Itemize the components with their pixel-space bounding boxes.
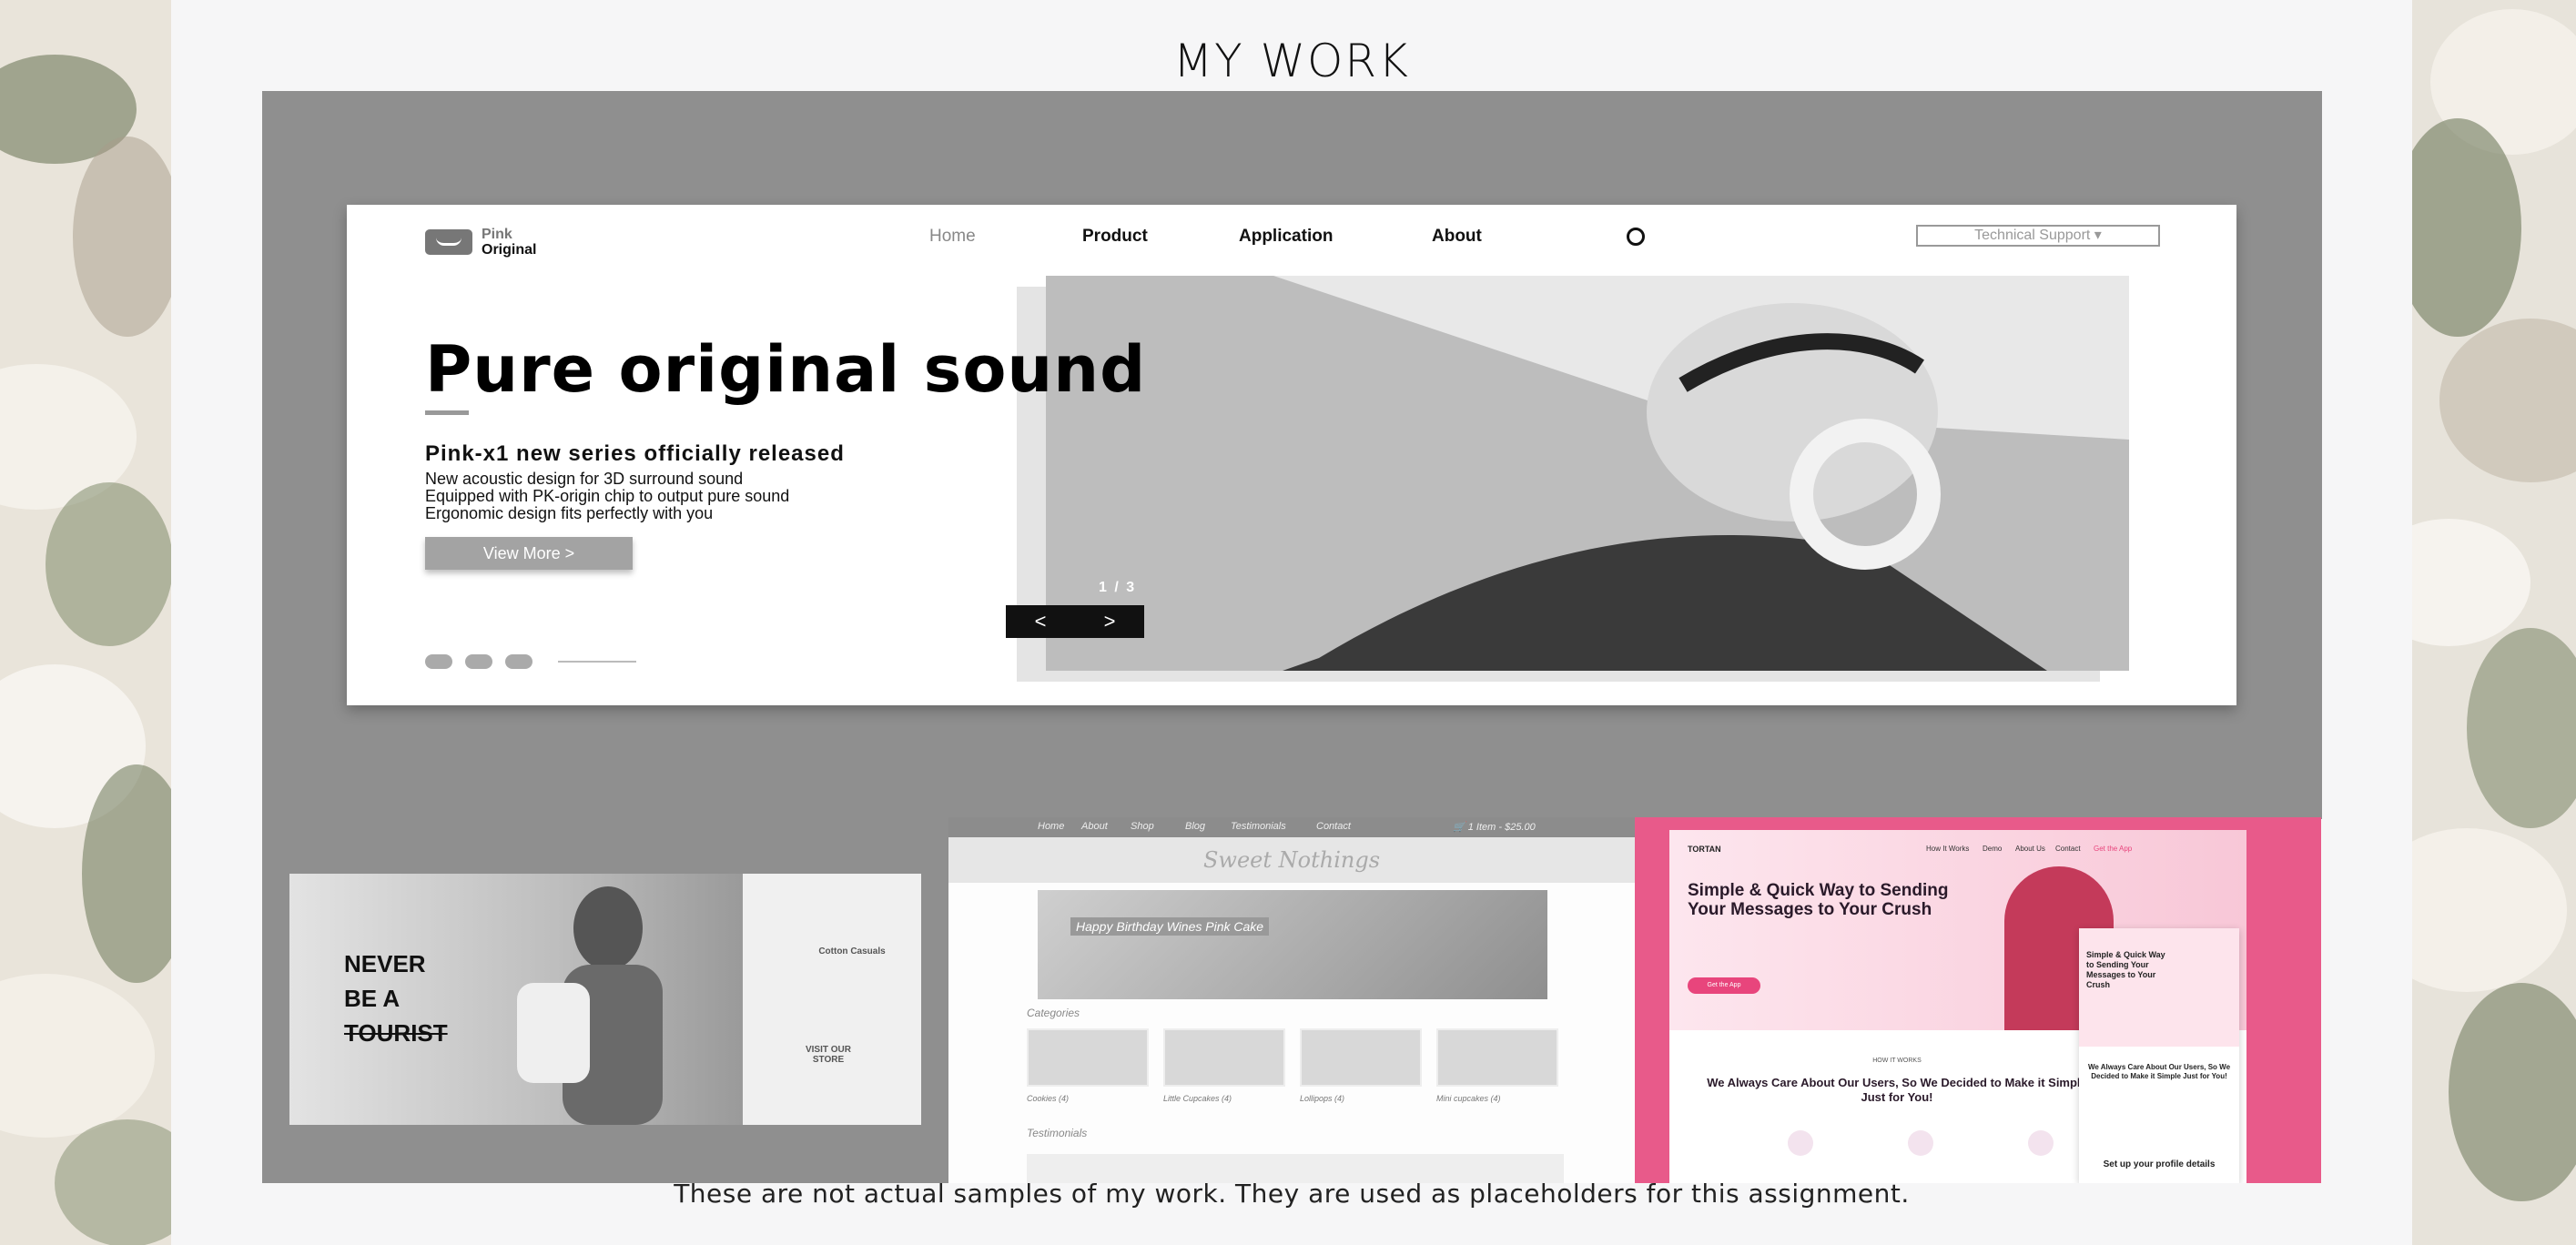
feature-line: New acoustic design for 3D surround soun… xyxy=(425,470,744,488)
nav-about: About xyxy=(1432,227,1482,246)
shop-panel: Cotton Casuals VISIT OUR STORE xyxy=(743,874,921,1125)
bakery-nav-item: Contact xyxy=(1316,821,1351,832)
bakery-nav-item: Blog xyxy=(1185,821,1206,832)
bakery-nav-item: Shop xyxy=(1131,821,1154,832)
fashion-headline: NEVER BE A TOURIST xyxy=(344,946,448,1050)
headphones-photo xyxy=(1046,276,2129,671)
bakery-nav-item: About xyxy=(1081,821,1108,832)
category-thumb xyxy=(1300,1028,1422,1087)
category-label: Cookies (4) xyxy=(1027,1094,1070,1103)
banner-text: Happy Birthday Wines Pink Cake xyxy=(1070,917,1270,936)
next-arrow-icon: > xyxy=(1103,610,1116,633)
messaging-menu-item: Contact xyxy=(2055,845,2081,853)
headline-line: BE A xyxy=(344,985,401,1012)
twitter-icon xyxy=(505,654,532,669)
nav-application: Application xyxy=(1239,227,1334,246)
messaging-menu-item: How It Works xyxy=(1926,845,1970,853)
left-floral-panel xyxy=(0,0,171,1245)
match-step-icon xyxy=(2028,1130,2054,1156)
logo-line2: Original xyxy=(482,242,537,258)
site-logo: Pink Original xyxy=(425,227,536,258)
feature-list: New acoustic design for 3D surround soun… xyxy=(425,471,789,522)
feature-line: Equipped with PK-origin chip to output p… xyxy=(425,487,790,505)
bakery-nav-item: Testimonials xyxy=(1231,821,1286,832)
messaging-hero-headline: Simple & Quick Way to Sending Your Messa… xyxy=(1688,881,1949,919)
social-links xyxy=(425,654,636,669)
messaging-section-headline: We Always Care About Our Users, So We De… xyxy=(1707,1076,2087,1104)
floral-pattern-right xyxy=(2412,9,2576,1201)
right-floral-panel xyxy=(2412,0,2576,1245)
category-thumb xyxy=(1163,1028,1285,1087)
messaging-menu-item: Get the App xyxy=(2094,845,2133,853)
page-title: MY WORK xyxy=(1173,35,1410,87)
mobile-section-headline: We Always Care About Our Users, So We De… xyxy=(2087,1063,2231,1080)
shop-title: Cotton Casuals xyxy=(818,946,886,957)
testimonials-label: Testimonials xyxy=(1027,1127,1088,1139)
messaging-brand: TORTAN xyxy=(1688,845,1721,854)
swipe-step-icon xyxy=(1908,1130,1933,1156)
category-thumb xyxy=(1436,1028,1558,1087)
placeholder-disclaimer: These are not actual samples of my work.… xyxy=(674,1179,1910,1209)
instagram-icon xyxy=(425,654,452,669)
categories-label: Categories xyxy=(1027,1007,1080,1019)
category-label: Mini cupcakes (4) xyxy=(1436,1094,1501,1103)
how-it-works-label: HOW IT WORKS xyxy=(1872,1058,1922,1064)
messaging-menu-item: Demo xyxy=(1983,845,2003,853)
thumbnail-bakery-site[interactable]: Home About Shop Blog Testimonials Contac… xyxy=(948,817,1635,1183)
bakery-nav: Home About Shop Blog Testimonials Contac… xyxy=(948,817,1635,837)
mobile-step-label: Set up your profile details xyxy=(2103,1159,2216,1169)
mobile-preview: Simple & Quick Way to Sending Your Messa… xyxy=(2079,928,2239,1183)
featured-work-panel[interactable]: Pink Original Home Product Application A… xyxy=(262,91,2322,819)
logo-line1: Pink xyxy=(482,227,512,242)
featured-website-screenshot[interactable]: Pink Original Home Product Application A… xyxy=(347,205,2236,705)
store-label: VISIT OUR STORE xyxy=(805,1045,851,1065)
woman-with-headphones-illustration xyxy=(1046,276,2129,671)
slide-counter: 1 / 3 xyxy=(1099,580,1137,595)
mobile-headline: Simple & Quick Way to Sending Your Messa… xyxy=(2086,950,2165,989)
cart-summary: 🛒 1 Item - $25.00 xyxy=(1453,822,1536,833)
headline-underline xyxy=(425,410,469,415)
category-label: Lollipops (4) xyxy=(1300,1094,1345,1103)
headline-line: TOURIST xyxy=(344,1019,448,1047)
fashion-site-screenshot: Cotton Casuals VISIT OUR STORE NEVER BE … xyxy=(289,874,921,1125)
social-divider xyxy=(558,661,636,663)
profile-step-icon xyxy=(1788,1130,1813,1156)
view-more-button: View More > xyxy=(425,537,633,570)
nav-home: Home xyxy=(929,227,976,246)
hero-headline: Pure original sound xyxy=(425,332,1147,407)
prev-arrow-icon: < xyxy=(1034,610,1047,633)
facebook-icon xyxy=(465,654,492,669)
headphone-logo-icon xyxy=(425,229,472,255)
bakery-nav-item: Home xyxy=(1038,821,1065,832)
technical-support-dropdown: Technical Support ▾ xyxy=(1916,225,2160,247)
search-icon xyxy=(1627,228,1645,246)
slide-arrows: < > xyxy=(1006,605,1144,638)
cake-banner: Happy Birthday Wines Pink Cake xyxy=(1038,890,1547,999)
hero-subheadline: Pink-x1 new series officially released xyxy=(425,441,845,466)
category-thumb xyxy=(1027,1028,1149,1087)
nav-product: Product xyxy=(1082,227,1148,246)
floral-pattern-left xyxy=(0,55,171,1245)
headline-line: NEVER xyxy=(344,950,426,977)
messaging-menu-item: About Us xyxy=(2015,845,2045,853)
category-label: Little Cupcakes (4) xyxy=(1163,1094,1232,1103)
thumbnail-messaging-app-site[interactable]: TORTAN How It Works Demo About Us Contac… xyxy=(1635,817,2321,1183)
main-content: MY WORK Pink Original Home Product Appli… xyxy=(171,0,2412,1245)
bakery-store-name: Sweet Nothings xyxy=(948,837,1635,883)
get-app-button: Get the App xyxy=(1688,977,1760,994)
thumbnail-fashion-site[interactable]: Cotton Casuals VISIT OUR STORE NEVER BE … xyxy=(262,817,948,1183)
feature-line: Ergonomic design fits perfectly with you xyxy=(425,504,714,522)
messaging-site-screenshot: TORTAN How It Works Demo About Us Contac… xyxy=(1669,830,2246,1183)
